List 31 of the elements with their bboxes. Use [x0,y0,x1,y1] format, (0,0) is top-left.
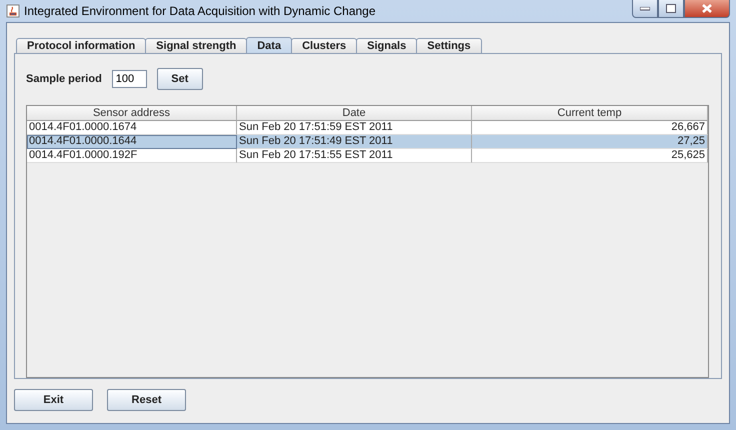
table-cell[interactable]: 0014.4F01.0000.192F [27,149,237,163]
maximize-icon [666,4,676,13]
table-cell[interactable]: 25,625 [472,149,708,163]
window-title: Integrated Environment for Data Acquisition with Dynamic Change [24,4,376,18]
tab[interactable]: Settings [416,38,482,53]
set-button[interactable]: Set [156,68,203,90]
column-header[interactable]: Date [237,106,472,121]
minimize-icon [640,6,650,10]
java-cup-icon [6,4,20,18]
table-cell[interactable]: Sun Feb 20 17:51:59 EST 2011 [237,121,472,135]
sample-period-label: Sample period [26,73,102,85]
column-header[interactable]: Sensor address [27,106,237,121]
reset-button[interactable]: Reset [107,389,186,411]
table-cell[interactable]: Sun Feb 20 17:51:55 EST 2011 [237,149,472,163]
tab[interactable]: Signals [356,38,418,53]
tab[interactable]: Data [246,37,292,53]
tab[interactable]: Clusters [291,38,358,53]
maximize-button[interactable] [658,0,684,18]
exit-button[interactable]: Exit [14,389,93,411]
close-icon [702,4,712,13]
column-header[interactable]: Current temp [472,106,708,121]
tab[interactable]: Signal strength [145,38,248,53]
table-cell[interactable]: 0014.4F01.0000.1644 [27,135,237,149]
table-cell[interactable]: 0014.4F01.0000.1674 [27,121,237,135]
table-cell[interactable]: Sun Feb 20 17:51:49 EST 2011 [237,135,472,149]
sample-period-field[interactable]: 100 [112,70,147,88]
table-cell[interactable]: 26,667 [472,121,708,135]
close-button[interactable] [684,0,730,18]
minimize-button[interactable] [632,0,658,18]
tab[interactable]: Protocol information [16,38,146,53]
table-cell[interactable]: 27,25 [472,135,708,149]
